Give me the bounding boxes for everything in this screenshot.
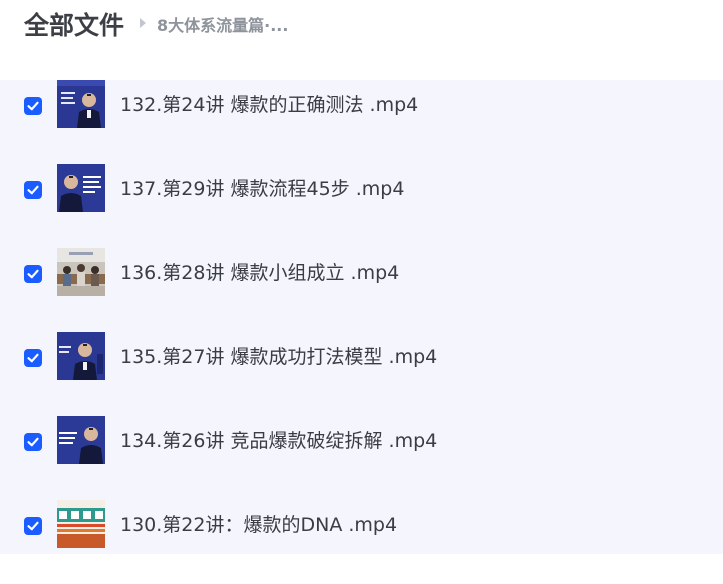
file-row[interactable]: 134.第26讲 竞品爆款破绽拆解 .mp4 (0, 416, 723, 500)
file-name[interactable]: 135.第27讲 爆款成功打法模型 .mp4 (120, 344, 437, 370)
checkmark-icon (27, 101, 39, 111)
video-thumbnail[interactable] (57, 332, 105, 380)
file-row[interactable]: 130.第22讲：爆款的DNA .mp4 (0, 500, 723, 584)
video-thumbnail[interactable] (57, 164, 105, 212)
file-checkbox[interactable] (24, 265, 42, 283)
file-checkbox[interactable] (24, 181, 42, 199)
video-thumbnail[interactable] (57, 416, 105, 464)
header-bar: 全部文件 8大体系流量篇·... (0, 0, 723, 80)
file-checkbox[interactable] (24, 517, 42, 535)
file-name[interactable]: 130.第22讲：爆款的DNA .mp4 (120, 512, 397, 538)
file-row[interactable]: 137.第29讲 爆款流程45步 .mp4 (0, 164, 723, 248)
file-checkbox[interactable] (24, 349, 42, 367)
breadcrumb-separator-icon (140, 18, 146, 28)
video-thumbnail[interactable] (57, 80, 105, 128)
file-name[interactable]: 136.第28讲 爆款小组成立 .mp4 (120, 260, 399, 286)
file-name[interactable]: 137.第29讲 爆款流程45步 .mp4 (120, 176, 404, 202)
file-row[interactable]: 135.第27讲 爆款成功打法模型 .mp4 (0, 332, 723, 416)
checkmark-icon (27, 353, 39, 363)
checkmark-icon (27, 437, 39, 447)
file-checkbox[interactable] (24, 97, 42, 115)
file-checkbox[interactable] (24, 433, 42, 451)
video-thumbnail[interactable] (57, 500, 105, 548)
file-name[interactable]: 134.第26讲 竞品爆款破绽拆解 .mp4 (120, 428, 437, 454)
file-row[interactable]: 132.第24讲 爆款的正确测法 .mp4 (0, 80, 723, 164)
checkmark-icon (27, 269, 39, 279)
checkmark-icon (27, 521, 39, 531)
checkmark-icon (27, 185, 39, 195)
file-row[interactable]: 136.第28讲 爆款小组成立 .mp4 (0, 248, 723, 332)
breadcrumb-folder[interactable]: 8大体系流量篇·... (157, 14, 288, 38)
file-list: 132.第24讲 爆款的正确测法 .mp4 137.第29讲 爆款流程45步 .… (0, 80, 723, 554)
page-title[interactable]: 全部文件 (24, 8, 124, 44)
video-thumbnail[interactable] (57, 248, 105, 296)
file-name[interactable]: 132.第24讲 爆款的正确测法 .mp4 (120, 92, 418, 118)
